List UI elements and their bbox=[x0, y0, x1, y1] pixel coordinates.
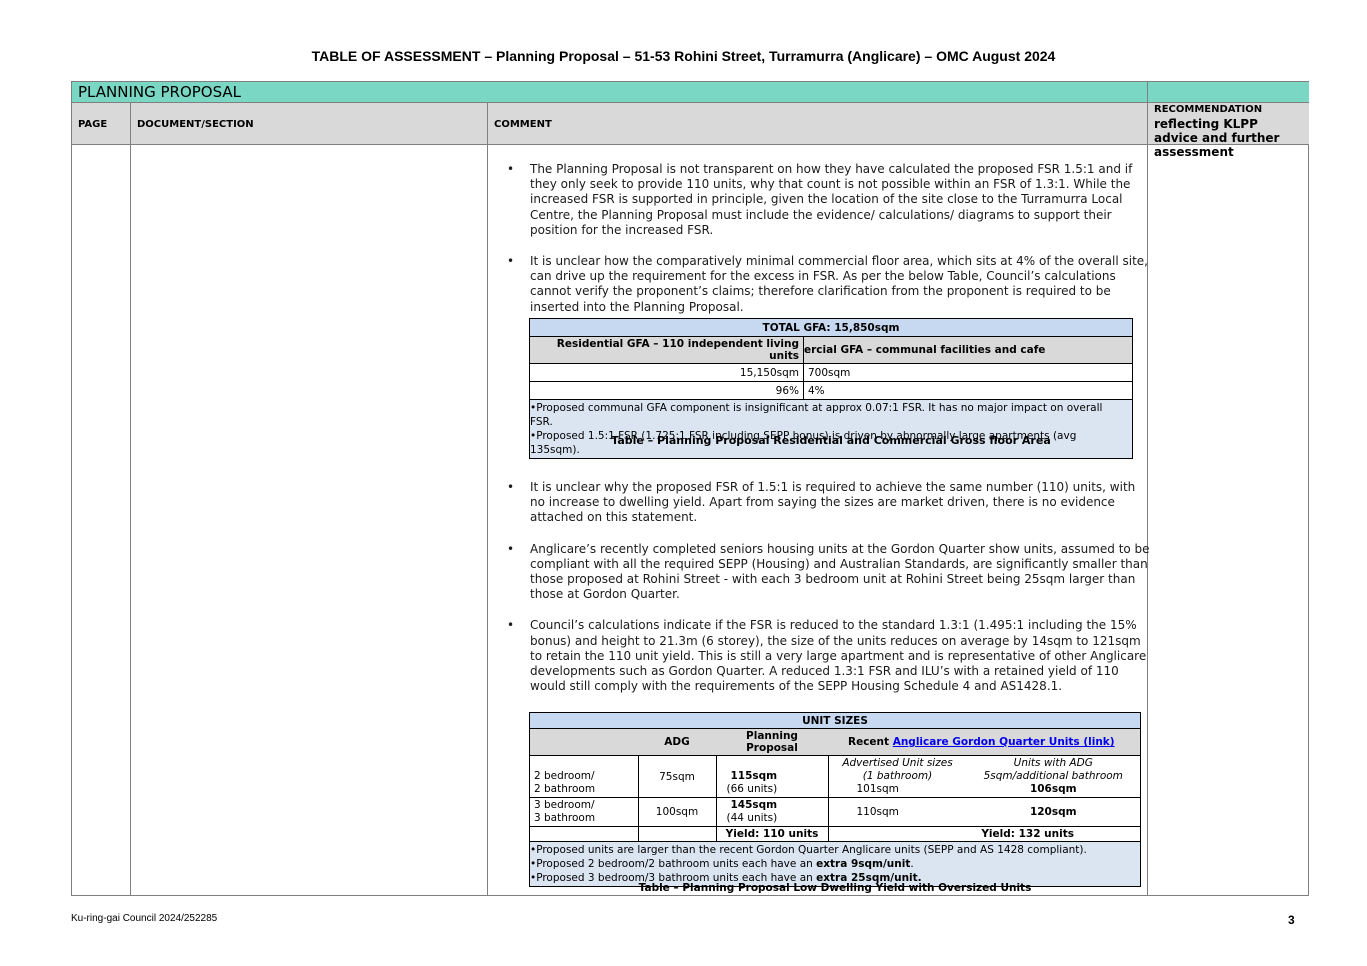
column-header-page: PAGE bbox=[72, 102, 131, 145]
column-header-comment: COMMENT bbox=[488, 102, 1148, 145]
gfa-residential-pct: 96% bbox=[529, 381, 804, 400]
adg-bathroom-size-cell: Units with ADG 5sqm/additional bathroom … bbox=[966, 755, 1141, 798]
pp-size-cell: 115sqm (66 units) bbox=[715, 755, 829, 798]
yield-empty-cell bbox=[637, 826, 717, 842]
column-header-document-section-label: DOCUMENT/SECTION bbox=[137, 119, 254, 130]
column-divider bbox=[487, 102, 488, 896]
adg-size-cell: 75sqm bbox=[637, 755, 717, 798]
unit-type-line: 3 bedroom/ bbox=[534, 799, 595, 811]
gordon-quarter-link[interactable]: Anglicare Gordon Quarter Units (link) bbox=[893, 736, 1115, 748]
advertised-subheader: Advertised Unit sizes bbox=[842, 757, 953, 769]
gfa-commercial-pct: 4% bbox=[803, 381, 1133, 400]
unit-type-line: 3 bathroom bbox=[534, 812, 596, 824]
advertised-subheader: (1 bathroom) bbox=[862, 770, 933, 782]
pp-size-value: 115sqm bbox=[730, 770, 778, 782]
comment-list-top: The Planning Proposal is not transparent… bbox=[507, 162, 1150, 315]
unit-type-cell: 2 bedroom/ 2 bathroom bbox=[529, 755, 639, 798]
unit-note: Proposed 2 bedroom/2 bathroom units each… bbox=[530, 857, 1136, 871]
advertised-size-value: 101sqm bbox=[856, 783, 899, 795]
unit-sizes-table: UNIT SIZES ADG Planning Proposal Recent … bbox=[529, 712, 1141, 887]
gfa-commercial-sqm: 700sqm bbox=[803, 363, 1133, 382]
pp-size-cell: 145sqm (44 units) bbox=[715, 797, 829, 827]
adg-bathroom-size-value: 120sqm bbox=[966, 797, 1141, 827]
section-band-fill bbox=[1148, 82, 1309, 102]
column-header-recommendation: RECOMMENDATION reflecting KLPP advice an… bbox=[1148, 102, 1309, 159]
unit-note-text: Proposed 2 bedroom/2 bathroom units each… bbox=[536, 858, 817, 870]
pp-yield: Yield: 110 units bbox=[715, 826, 829, 842]
column-header-page-label: PAGE bbox=[78, 119, 108, 130]
unit-table-caption: Table – Planning Proposal Low Dwelling Y… bbox=[638, 882, 1032, 894]
planning-proposal-header: Planning Proposal bbox=[716, 728, 828, 756]
gfa-note: Proposed communal GFA component is insig… bbox=[530, 401, 1128, 429]
adg-bathroom-subheader: 5sqm/additional bathroom bbox=[983, 770, 1123, 782]
column-header-recommendation-sub: reflecting KLPP advice and further asses… bbox=[1154, 117, 1280, 159]
unit-type-header bbox=[529, 728, 638, 756]
comment-list-bottom: It is unclear why the proposed FSR of 1.… bbox=[507, 480, 1150, 694]
comment-item: It is unclear how the comparatively mini… bbox=[507, 254, 1150, 315]
column-header-document-section: DOCUMENT/SECTION bbox=[131, 102, 488, 145]
unit-type-cell: 3 bedroom/ 3 bathroom bbox=[529, 797, 639, 827]
advertised-size-cell: Advertised Unit sizes (1 bathroom) 101sq… bbox=[827, 755, 967, 798]
adg-bathroom-size-value: 106sqm bbox=[1029, 783, 1077, 795]
recent-units-header-prefix: Recent bbox=[848, 736, 893, 748]
gfa-notes: Proposed communal GFA component is insig… bbox=[529, 399, 1133, 459]
column-header-comment-label: COMMENT bbox=[494, 119, 552, 130]
unit-note-emphasis: extra 9sqm/unit bbox=[816, 858, 911, 870]
comment-item: Council’s calculations indicate if the F… bbox=[507, 618, 1150, 694]
unit-note-text: . bbox=[910, 858, 914, 870]
comment-item: It is unclear why the proposed FSR of 1.… bbox=[507, 480, 1150, 526]
unit-table-title: UNIT SIZES bbox=[529, 712, 1141, 729]
assessment-table: PLANNING PROPOSAL PAGE DOCUMENT/SECTION … bbox=[71, 81, 1309, 896]
gfa-table-caption: Table – Planning Proposal Residential an… bbox=[611, 434, 1051, 447]
comment-item: Anglicare’s recently completed seniors h… bbox=[507, 542, 1150, 603]
advertised-size-value: 110sqm bbox=[827, 797, 967, 827]
unit-type-line: 2 bathroom bbox=[534, 783, 596, 795]
adg-bathroom-subheader: Units with ADG bbox=[1013, 757, 1093, 769]
recent-units-header: Recent Anglicare Gordon Quarter Units (l… bbox=[828, 728, 1141, 756]
document-title: TABLE OF ASSESSMENT – Planning Proposal … bbox=[311, 48, 1056, 64]
comment-item: The Planning Proposal is not transparent… bbox=[507, 162, 1150, 238]
unit-notes: Proposed units are larger than the recen… bbox=[529, 841, 1141, 887]
column-header-recommendation-label: RECOMMENDATION bbox=[1154, 104, 1263, 115]
pp-unit-count: (44 units) bbox=[726, 812, 778, 824]
yield-empty-cell bbox=[529, 826, 639, 842]
gfa-table-title: TOTAL GFA: 15,850sqm bbox=[529, 318, 1133, 337]
unit-type-line: 2 bedroom/ bbox=[534, 770, 595, 782]
page-number: 3 bbox=[1288, 913, 1295, 927]
adg-size-cell: 100sqm bbox=[637, 797, 717, 827]
gfa-residential-sqm: 15,150sqm bbox=[529, 363, 804, 382]
gfa-commercial-header: ercial GFA – communal facilities and caf… bbox=[803, 336, 1133, 364]
recent-yield: Yield: 132 units bbox=[827, 826, 1141, 842]
pp-size-value: 145sqm bbox=[730, 799, 778, 811]
column-divider bbox=[130, 102, 131, 896]
footer-reference: Ku-ring-gai Council 2024/252285 bbox=[71, 913, 218, 924]
adg-header: ADG bbox=[638, 728, 716, 756]
section-band-title: PLANNING PROPOSAL bbox=[72, 82, 1148, 102]
pp-unit-count: (66 units) bbox=[726, 783, 778, 795]
unit-note: Proposed units are larger than the recen… bbox=[530, 843, 1136, 857]
gfa-residential-header: Residential GFA – 110 independent living… bbox=[529, 336, 804, 364]
